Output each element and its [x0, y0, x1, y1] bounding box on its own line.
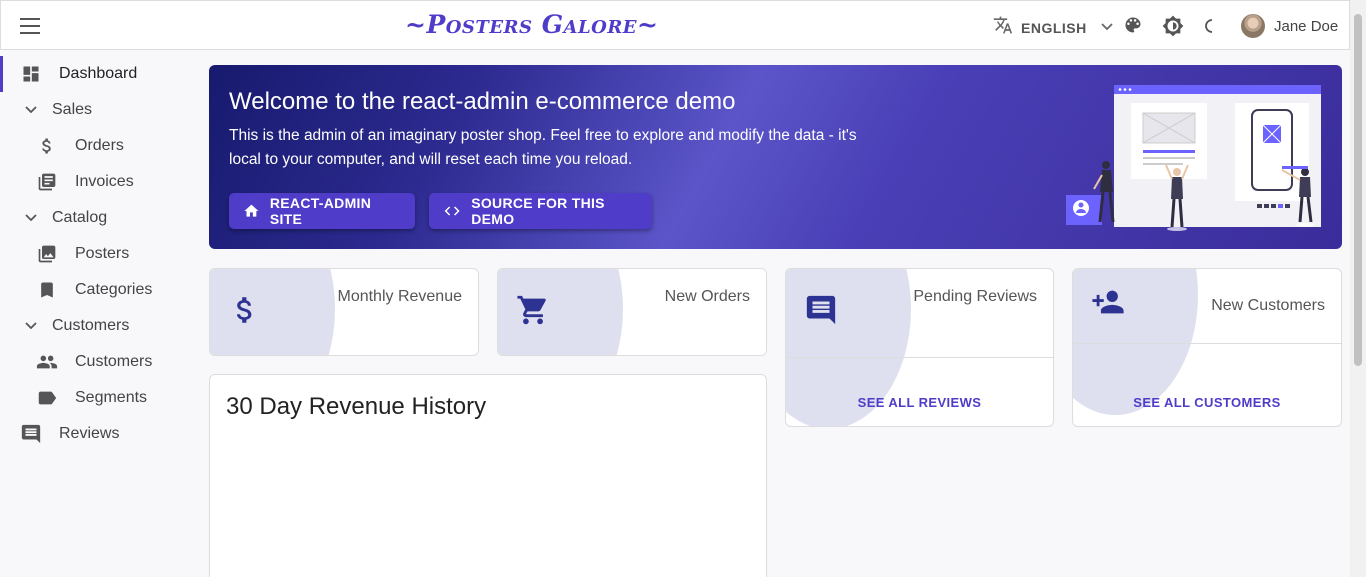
button-label: REACT-ADMIN SITE [269, 195, 372, 227]
divider [786, 357, 1053, 358]
user-name: Jane Doe [1274, 17, 1339, 35]
menu-icon[interactable] [20, 16, 40, 36]
sidebar-group-sales[interactable]: Sales [0, 92, 200, 128]
sidebar-item-label: Customers [52, 317, 130, 334]
card-header[interactable]: New Customers [1073, 269, 1341, 415]
see-all-customers-link[interactable]: SEE ALL CUSTOMERS [1073, 395, 1341, 410]
home-icon [244, 204, 259, 217]
sidebar-item-invoices[interactable]: Invoices [0, 164, 200, 200]
stat-label: New Customers [1211, 297, 1325, 314]
sidebar-item-label: Sales [52, 101, 93, 118]
react-admin-site-button[interactable]: REACT-ADMIN SITE [229, 193, 415, 229]
sidebar-item-label: Orders [75, 137, 124, 154]
avatar [1241, 14, 1265, 38]
sidebar-group-catalog[interactable]: Catalog [0, 200, 200, 236]
sidebar-item-customers[interactable]: Customers [0, 344, 200, 380]
bookmark-icon [36, 279, 58, 301]
image-icon [36, 243, 58, 265]
sidebar-item-reviews[interactable]: Reviews [0, 416, 200, 452]
sidebar-item-dashboard[interactable]: Dashboard [0, 56, 200, 92]
palette-icon[interactable] [1123, 15, 1143, 35]
sidebar-item-categories[interactable]: Categories [0, 272, 200, 308]
shopping-cart-icon [516, 293, 550, 327]
label-icon [36, 387, 58, 409]
welcome-illustration [1066, 85, 1321, 231]
sidebar-item-label: Catalog [52, 209, 108, 226]
chevron-down-icon [1101, 22, 1113, 34]
sidebar-item-label: Dashboard [59, 65, 138, 82]
language-label: ENGLISH [1021, 19, 1087, 36]
scrollbar-thumb[interactable] [1354, 14, 1362, 366]
chevron-down-icon [20, 99, 42, 121]
button-label: SOURCE FOR THIS DEMO [471, 195, 605, 227]
revenue-history-title: 30 Day Revenue History [226, 393, 487, 420]
chevron-down-icon [20, 207, 42, 229]
sidebar-item-label: Customers [75, 353, 153, 370]
sidebar-item-label: Reviews [59, 425, 120, 442]
revenue-history-card: 30 Day Revenue History [209, 374, 767, 577]
pending-reviews-card: Pending Reviews SEE ALL REVIEWS [785, 268, 1054, 427]
dollar-icon [228, 293, 262, 327]
sidebar-item-label: Categories [75, 281, 153, 298]
theme-toggle-icon[interactable] [1162, 15, 1184, 37]
sidebar-item-label: Invoices [75, 173, 134, 190]
comment-icon [804, 293, 838, 327]
translate-icon [993, 15, 1013, 40]
page-scrollbar[interactable] [1350, 0, 1366, 577]
dollar-icon [36, 135, 58, 157]
sidebar-item-label: Segments [75, 389, 148, 406]
moon-icon[interactable] [1203, 17, 1217, 35]
new-customers-card: New Customers SEE ALL CUSTOMERS [1072, 268, 1342, 427]
app-title: ~Posters Galore~ [405, 10, 659, 39]
see-all-reviews-link[interactable]: SEE ALL REVIEWS [786, 395, 1053, 410]
source-for-demo-button[interactable]: SOURCE FOR THIS DEMO [429, 193, 652, 229]
divider [1073, 343, 1341, 344]
banner-text: This is the admin of an imaginary poster… [229, 127, 857, 168]
stat-label: Monthly Revenue [337, 288, 462, 305]
sidebar-item-segments[interactable]: Segments [0, 380, 200, 416]
banner-title: Welcome to the react-admin e-commerce de… [229, 88, 736, 115]
dashboard-icon [20, 63, 42, 85]
sidebar-group-customers[interactable]: Customers [0, 308, 200, 344]
invoices-icon [36, 171, 58, 193]
monthly-revenue-card[interactable]: Monthly Revenue [209, 268, 479, 356]
chevron-down-icon [20, 315, 42, 337]
card-header[interactable]: Pending Reviews [786, 269, 1053, 426]
sidebar: Dashboard Sales Orders Invoices Catalog … [0, 56, 200, 452]
sidebar-item-orders[interactable]: Orders [0, 128, 200, 164]
sidebar-item-label: Posters [75, 245, 130, 262]
sidebar-item-posters[interactable]: Posters [0, 236, 200, 272]
people-icon [36, 351, 58, 373]
user-menu[interactable]: Jane Doe [1241, 14, 1338, 38]
stat-label: Pending Reviews [913, 288, 1037, 305]
card-header: Monthly Revenue [210, 269, 478, 355]
comment-icon [20, 423, 42, 445]
app-bar: ~Posters Galore~ ENGLISH Jane Doe [0, 0, 1350, 50]
language-selector[interactable]: ENGLISH [993, 15, 1113, 40]
stat-label: New Orders [664, 288, 750, 305]
person-add-icon [1091, 285, 1125, 319]
welcome-banner: Welcome to the react-admin e-commerce de… [209, 65, 1342, 249]
code-icon [444, 206, 460, 216]
new-orders-card[interactable]: New Orders [497, 268, 767, 356]
card-header: New Orders [498, 269, 766, 355]
